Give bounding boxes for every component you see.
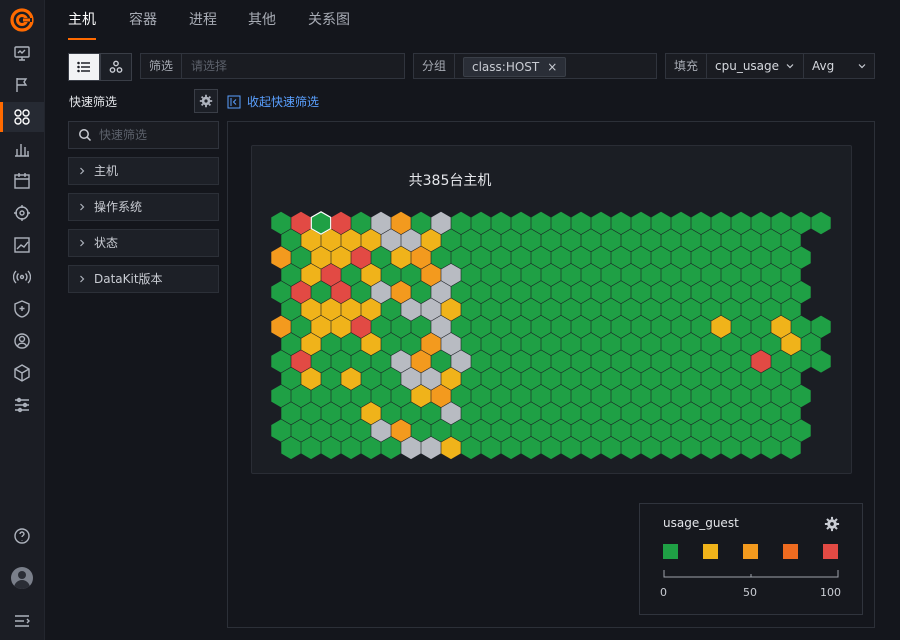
search-icon (79, 129, 92, 142)
legend-scale-axis (663, 570, 839, 578)
chevron-down-icon (858, 64, 866, 69)
group-label: 分组 (414, 54, 456, 78)
tab-topology[interactable]: 关系图 (308, 9, 350, 40)
legend-swatch (663, 544, 678, 559)
help-icon (14, 528, 30, 544)
quick-filter-settings-button[interactable] (194, 89, 218, 113)
facet-status[interactable]: 状态 (68, 229, 219, 257)
rail-security[interactable] (0, 294, 44, 324)
target-icon (14, 205, 30, 221)
filter-placeholder: 请选择 (191, 59, 228, 73)
chevron-down-icon (786, 64, 794, 69)
user-icon (14, 333, 30, 349)
facet-os[interactable]: 操作系统 (68, 193, 219, 221)
legend-swatch (743, 544, 758, 559)
rail-flag[interactable] (0, 70, 44, 100)
rail-line-chart[interactable] (0, 230, 44, 260)
left-nav-rail (0, 0, 45, 640)
filter-label: 筛选 (141, 54, 183, 78)
tab-others[interactable]: 其他 (248, 9, 276, 40)
collapse-quick-filter-link[interactable]: 收起快速筛选 (227, 93, 319, 110)
honeycomb-icon (109, 60, 123, 73)
list-view-button[interactable] (68, 53, 100, 81)
facet-label: 操作系统 (94, 200, 143, 214)
rail-user[interactable] (0, 326, 44, 356)
list-icon (77, 61, 90, 73)
host-count-title: 共385台主机 (408, 173, 492, 189)
rail-target[interactable] (0, 198, 44, 228)
group-tag-text: class:HOST (472, 60, 540, 74)
group-tag: class:HOST × (463, 57, 567, 77)
host-hex[interactable] (310, 211, 332, 235)
legend-tick: 50 (743, 586, 757, 599)
gear-icon (199, 94, 213, 108)
legend-tick: 0 (660, 586, 667, 599)
chevron-right-icon (80, 239, 85, 247)
facet-label: 状态 (94, 236, 119, 250)
rail-help[interactable] (0, 521, 44, 551)
app-logo-icon[interactable] (10, 8, 34, 32)
fill-label: 填充 (666, 54, 708, 78)
tab-processes[interactable]: 进程 (189, 9, 217, 40)
divider (803, 54, 804, 78)
group-field[interactable]: 分组 class:HOST × (413, 53, 657, 79)
fill-agg-select[interactable]: Avg (812, 54, 834, 78)
remove-tag-icon[interactable]: × (547, 60, 557, 74)
chevron-right-icon (80, 275, 85, 283)
collapse-quick-filter-label: 收起快速筛选 (247, 95, 320, 109)
quick-filter-title: 快速筛选 (69, 95, 118, 109)
quick-filter-search-input[interactable]: 快速筛选 (68, 121, 219, 149)
signal-icon (13, 270, 31, 284)
legend-title: usage_guest (663, 516, 739, 530)
facet-datakit-version[interactable]: DataKit版本 (68, 265, 219, 293)
legend-swatch (783, 544, 798, 559)
rail-hosts[interactable] (0, 102, 44, 132)
collapse-menu-icon (15, 615, 30, 627)
filter-field[interactable]: 筛选 请选择 (140, 53, 405, 79)
rail-collapse[interactable] (0, 606, 44, 636)
legend-swatch (823, 544, 838, 559)
rail-cube[interactable] (0, 358, 44, 388)
collapse-icon (227, 95, 241, 108)
facet-label: DataKit版本 (94, 272, 163, 286)
cube-icon (14, 364, 30, 382)
search-placeholder: 快速筛选 (99, 128, 148, 142)
legend-settings-gear-icon[interactable] (824, 516, 840, 532)
hosts-icon (14, 109, 30, 125)
rail-settings[interactable] (0, 390, 44, 420)
rail-metrics[interactable] (0, 134, 44, 164)
rail-monitor[interactable] (0, 38, 44, 68)
legend-swatch (703, 544, 718, 559)
sliders-icon (15, 397, 29, 413)
fill-metric-select[interactable]: cpu_usage (715, 54, 779, 78)
bar-chart-icon (15, 144, 29, 157)
fill-field: 填充 cpu_usage Avg (665, 53, 875, 79)
map-view-button[interactable] (100, 53, 132, 81)
chevron-right-icon (80, 203, 85, 211)
monitor-icon (14, 46, 30, 61)
legend-tick: 100 (820, 586, 841, 599)
line-chart-icon (14, 237, 30, 253)
shield-icon (14, 300, 30, 318)
tab-hosts[interactable]: 主机 (68, 9, 96, 40)
rail-signal[interactable] (0, 262, 44, 292)
avatar[interactable] (11, 567, 33, 589)
flag-icon (16, 78, 28, 92)
top-tabs: 主机 容器 进程 其他 关系图 (44, 0, 900, 40)
tab-containers[interactable]: 容器 (129, 9, 157, 40)
